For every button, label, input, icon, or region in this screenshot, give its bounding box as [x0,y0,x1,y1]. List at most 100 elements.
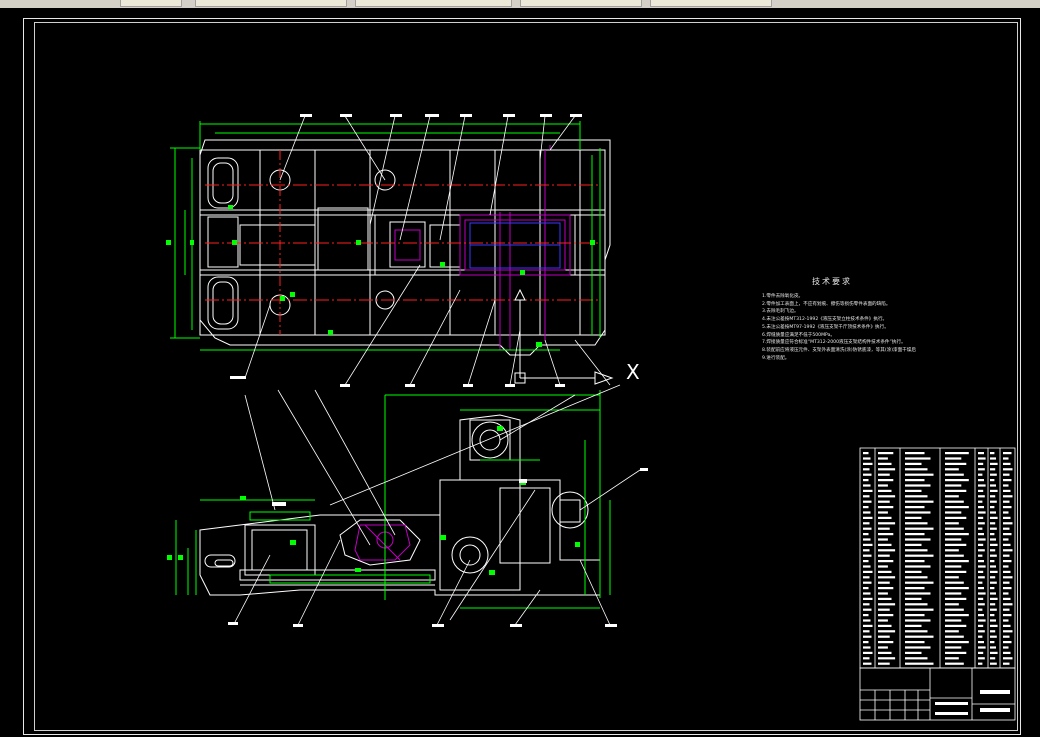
parts-list-cell [945,565,962,568]
parts-list-cell [945,516,967,519]
parts-list-cell [990,495,996,498]
parts-list-cell [978,479,984,482]
parts-list-cell [945,452,969,455]
parts-list-cell [863,576,870,579]
parts-list-cell [878,641,894,644]
parts-list-cell [878,527,890,530]
parts-list-cell [905,484,931,487]
parts-list-cell [1003,603,1013,606]
parts-list-cell [1003,489,1011,492]
parts-list-cell [945,608,964,611]
parts-list-cell [978,624,984,627]
parts-list-cell [905,614,925,617]
parts-list-cell [990,473,997,476]
parts-list-cell [878,495,896,498]
parts-list-cell [978,500,983,503]
parts-list-cell [878,549,896,552]
parts-list-cell [978,630,985,633]
parts-list-cell [878,576,896,579]
parts-list-cell [1003,543,1011,546]
parts-list-cell [905,522,928,525]
parts-list-cell [863,527,872,530]
parts-list-cell [990,597,998,600]
parts-list-cell [990,452,995,455]
parts-list-cell [990,549,996,552]
parts-list-cell [990,457,996,460]
parts-list-cell [905,587,925,590]
parts-list-cell [1003,506,1012,509]
parts-list-cell [978,468,985,471]
parts-list-cell [945,468,959,471]
parts-list-cell [905,635,934,638]
parts-list-cell [905,624,922,627]
parts-list-cell [978,457,986,460]
parts-list-cell [945,619,962,622]
parts-list-cell [978,597,984,600]
parts-list-cell [905,646,931,649]
parts-list-cell [863,457,871,460]
parts-list-cell [878,560,894,563]
parts-list-cell [878,533,894,536]
parts-list-cell [863,554,872,557]
parts-list-cell [990,646,996,649]
parts-list-cell [978,473,983,476]
parts-list-cell [863,538,871,541]
parts-list-cell [878,662,890,665]
parts-list-cell [1003,581,1010,584]
parts-list-cell [1003,484,1009,487]
parts-list-cell [863,592,871,595]
parts-list-cell [945,646,962,649]
parts-list-cell [1003,657,1013,660]
parts-list-cell [905,581,934,584]
parts-list-cell [945,500,964,503]
parts-list-cell [1003,646,1009,649]
parts-list-cell [905,662,934,665]
parts-list-cell [863,511,871,514]
requirement-line: 7.焊接质量应符合标准“MT312-2000液压支架结构件技术条件”执行。 [762,340,906,346]
parts-list-cell [1003,641,1012,644]
parts-list-cell [978,608,983,611]
parts-list-cell [878,554,890,557]
parts-list-cell [945,527,964,530]
parts-list-cell [945,581,964,584]
technical-requirements-title: 技术要求 [812,277,852,286]
parts-list-cell [863,462,873,465]
parts-list-cell [1003,533,1012,536]
parts-list-cell [863,489,873,492]
parts-list-cell [878,581,890,584]
parts-list-cell [978,657,985,660]
requirement-line: 8.装配前应将液压元件、支架外表面清洗(涂)防锈底漆，等其(涂)漆面干燥后 [762,347,916,353]
parts-list-cell [978,506,984,509]
parts-list-cell [990,635,997,638]
parts-list-cell [990,651,998,654]
parts-list-cell [905,603,928,606]
parts-list-cell [945,489,967,492]
parts-list-cell [945,522,959,525]
parts-list-cell [945,543,967,546]
parts-list-cell [1003,619,1009,622]
parts-list-cell [905,560,925,563]
parts-list-cell [1003,554,1010,557]
parts-list-cell [945,630,959,633]
parts-list-cell [1003,614,1012,617]
parts-list-cell [945,641,969,644]
parts-list-cell [945,570,967,573]
parts-list-cell [990,587,995,590]
parts-list-cell [878,614,894,617]
parts-list-cell [878,587,894,590]
parts-list-cell [905,479,925,482]
requirement-line: 1.零件去除氧化皮。 [762,294,804,299]
parts-list-cell [878,484,888,487]
parts-list-cell [945,624,967,627]
parts-list-cell [978,641,984,644]
parts-list-cell [1003,565,1009,568]
parts-list-cell [905,657,928,660]
parts-list-cell [978,619,986,622]
parts-list-cell [945,479,969,482]
parts-list-cell [945,533,969,536]
parts-list-cell [905,452,925,455]
parts-list-cell [863,516,873,519]
parts-list-cell [863,608,872,611]
requirement-line: 2.零件加工表面上，不应有划痕、擦伤等损伤零件表面的缺陷。 [762,301,891,307]
parts-list-cell [905,516,922,519]
